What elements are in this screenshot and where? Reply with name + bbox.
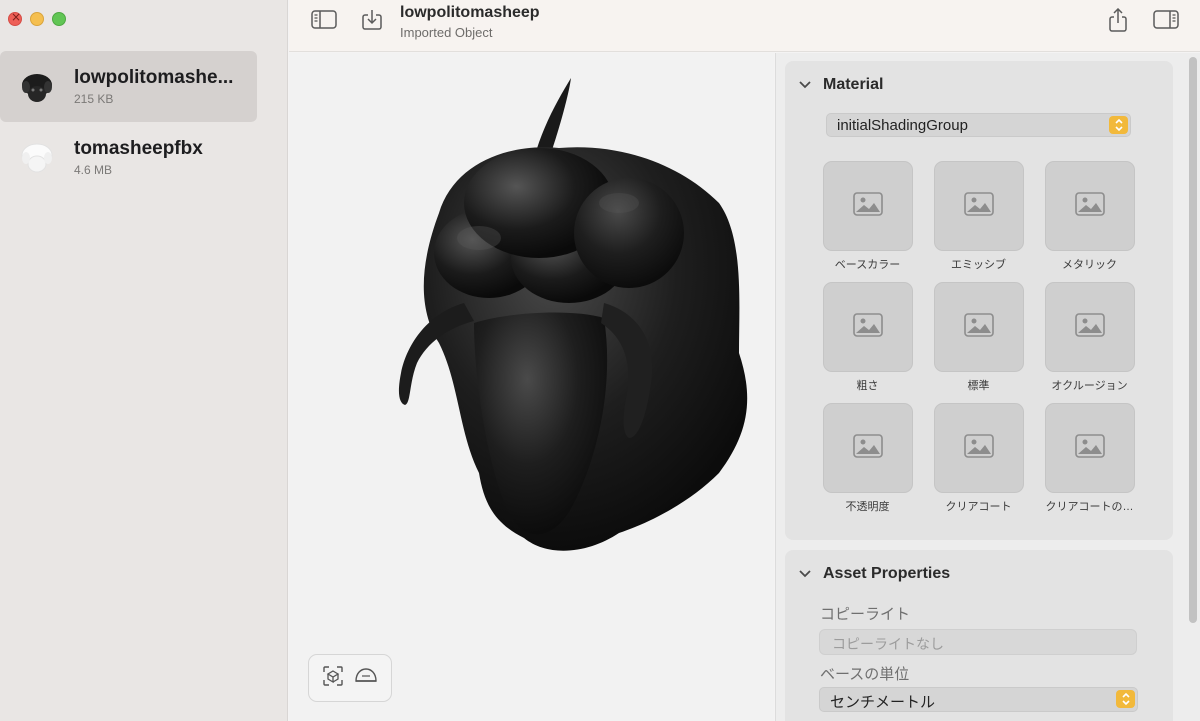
texture-slot[interactable]: ベースカラー: [812, 161, 923, 272]
environment-icon[interactable]: [354, 665, 378, 692]
texture-slot[interactable]: 不透明度: [812, 403, 923, 514]
texture-label: エミッシブ: [951, 259, 1006, 271]
image-placeholder-icon: [852, 191, 883, 221]
texture-slot[interactable]: クリアコート: [923, 403, 1034, 514]
texture-well[interactable]: [1044, 403, 1135, 493]
frame-object-icon[interactable]: [322, 665, 344, 692]
3d-viewport[interactable]: [289, 53, 774, 721]
file-list: lowpolitomashe... 215 KB tomasheepfbx 4.…: [0, 51, 288, 193]
texture-label: クリアコート: [945, 501, 1012, 513]
file-name: tomasheepfbx: [74, 138, 203, 159]
copyright-placeholder: コピーライトなし: [832, 636, 944, 652]
texture-label: 標準: [967, 380, 990, 392]
image-placeholder-icon: [1074, 433, 1105, 463]
inspector-scrollbar[interactable]: [1189, 57, 1197, 623]
image-placeholder-icon: [1074, 312, 1105, 342]
document-subtitle: Imported Object: [400, 25, 493, 40]
image-placeholder-icon: [963, 433, 994, 463]
texture-well[interactable]: [1044, 161, 1135, 251]
image-placeholder-icon: [963, 191, 994, 221]
minimize-window-button[interactable]: [30, 12, 44, 26]
texture-slot[interactable]: オクルージョン: [1034, 282, 1145, 393]
chevron-down-icon: [799, 570, 811, 578]
texture-label: 粗さ: [856, 380, 879, 392]
inspector-panel: Material initialShadingGroup ベースカラー エミッシブ…: [775, 53, 1200, 721]
asset-properties-header[interactable]: Asset Properties: [785, 550, 1173, 598]
texture-label: ベースカラー: [834, 259, 901, 271]
copyright-label: コピーライト: [820, 606, 911, 623]
copyright-field[interactable]: コピーライトなし: [819, 629, 1137, 655]
texture-slot[interactable]: 粗さ: [812, 282, 923, 393]
file-item[interactable]: tomasheepfbx 4.6 MB: [0, 122, 256, 193]
import-icon[interactable]: [358, 8, 386, 32]
texture-well[interactable]: [933, 282, 1024, 372]
file-name: lowpolitomashe...: [74, 67, 234, 88]
black-sheep-thumbnail-icon: [18, 68, 56, 106]
sheep-model: [398, 78, 748, 551]
material-title: Material: [823, 76, 884, 93]
chevron-down-icon: [799, 81, 811, 89]
image-placeholder-icon: [963, 312, 994, 342]
texture-slot[interactable]: クリアコートの…: [1034, 403, 1145, 514]
file-size: 215 KB: [74, 92, 114, 106]
document-title: lowpolitomasheep: [400, 4, 540, 21]
texture-label: オクルージョン: [1051, 380, 1128, 392]
file-size: 4.6 MB: [74, 163, 113, 177]
texture-slot[interactable]: メタリック: [1034, 161, 1145, 272]
base-unit-select[interactable]: センチメートル: [819, 687, 1138, 712]
material-header[interactable]: Material: [785, 61, 1173, 109]
texture-slot[interactable]: エミッシブ: [923, 161, 1034, 272]
share-icon[interactable]: [1104, 8, 1132, 32]
up-down-chevron-icon: [1109, 116, 1128, 134]
view-controls: [308, 654, 392, 702]
sidebar: lowpolitomashe... 215 KB tomasheepfbx 4.…: [0, 0, 288, 721]
window-controls: [8, 10, 66, 26]
image-placeholder-icon: [852, 433, 883, 463]
image-placeholder-icon: [1074, 191, 1105, 221]
image-placeholder-icon: [852, 312, 883, 342]
material-panel: Material initialShadingGroup ベースカラー エミッシブ…: [785, 61, 1173, 540]
texture-well[interactable]: [933, 161, 1024, 251]
toolbar: lowpolitomasheep Imported Object: [289, 0, 1200, 52]
base-unit-value: センチメートル: [830, 694, 936, 711]
texture-label: クリアコートの…: [1045, 501, 1134, 513]
sidebar-toggle-icon[interactable]: [310, 8, 338, 32]
up-down-chevron-icon: [1116, 690, 1135, 708]
file-item[interactable]: lowpolitomashe... 215 KB: [0, 51, 257, 122]
shading-group-value: initialShadingGroup: [837, 117, 968, 134]
shading-group-select[interactable]: initialShadingGroup: [826, 113, 1131, 137]
close-window-button[interactable]: [8, 10, 22, 26]
texture-well[interactable]: [933, 403, 1024, 493]
texture-well[interactable]: [1044, 282, 1135, 372]
texture-well[interactable]: [822, 161, 913, 251]
maximize-window-button[interactable]: [52, 12, 66, 26]
asset-properties-title: Asset Properties: [823, 565, 951, 582]
base-unit-label: ベースの単位: [820, 666, 910, 683]
texture-label: 不透明度: [845, 501, 890, 513]
texture-slot[interactable]: 標準: [923, 282, 1034, 393]
texture-label: メタリック: [1062, 259, 1117, 271]
document-title-block: lowpolitomasheep Imported Object: [400, 4, 540, 40]
inspector-toggle-icon[interactable]: [1152, 8, 1180, 32]
texture-well[interactable]: [822, 403, 913, 493]
texture-well[interactable]: [822, 282, 913, 372]
asset-properties-panel: Asset Properties コピーライト コピーライトなし ベースの単位 …: [785, 550, 1173, 721]
white-sheep-thumbnail-icon: [18, 139, 56, 177]
